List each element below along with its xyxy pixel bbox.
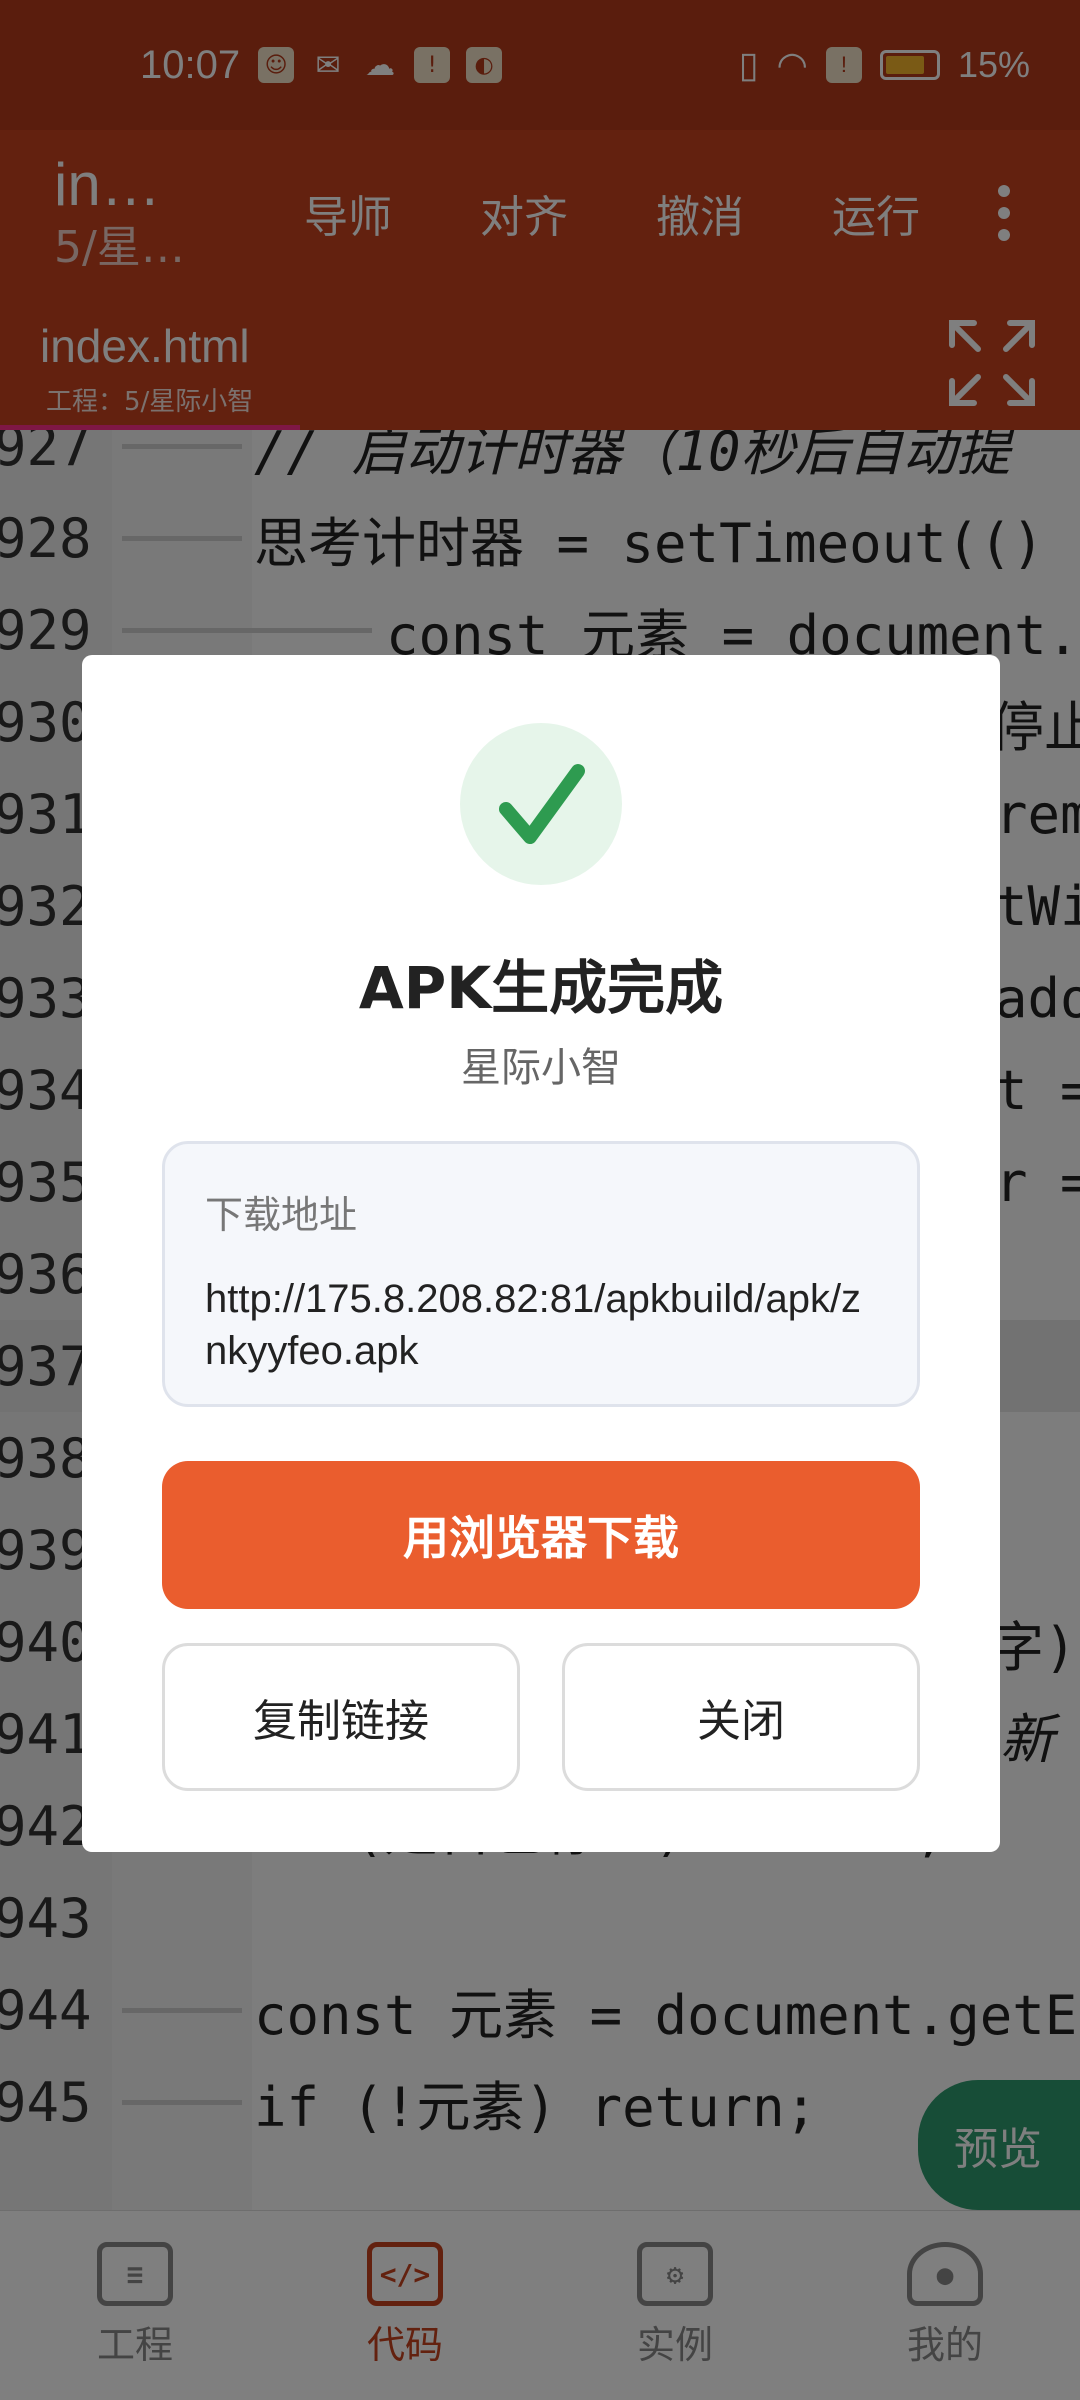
success-badge	[460, 723, 622, 885]
browser-download-button[interactable]: 用浏览器下载	[162, 1461, 920, 1609]
download-url[interactable]: http://175.8.208.82:81/apkbuild/apk/znky…	[205, 1273, 877, 1377]
apk-complete-dialog: APK生成完成 星际小智 下载地址 http://175.8.208.82:81…	[82, 655, 1000, 1852]
close-button[interactable]: 关闭	[562, 1643, 920, 1791]
download-url-box: 下载地址 http://175.8.208.82:81/apkbuild/apk…	[162, 1141, 920, 1407]
dialog-title: APK生成完成	[358, 954, 724, 1022]
url-label: 下载地址	[205, 1193, 358, 1237]
check-icon	[499, 764, 585, 844]
copy-link-button[interactable]: 复制链接	[162, 1643, 520, 1791]
dialog-subtitle: 星际小智	[461, 1045, 621, 1091]
